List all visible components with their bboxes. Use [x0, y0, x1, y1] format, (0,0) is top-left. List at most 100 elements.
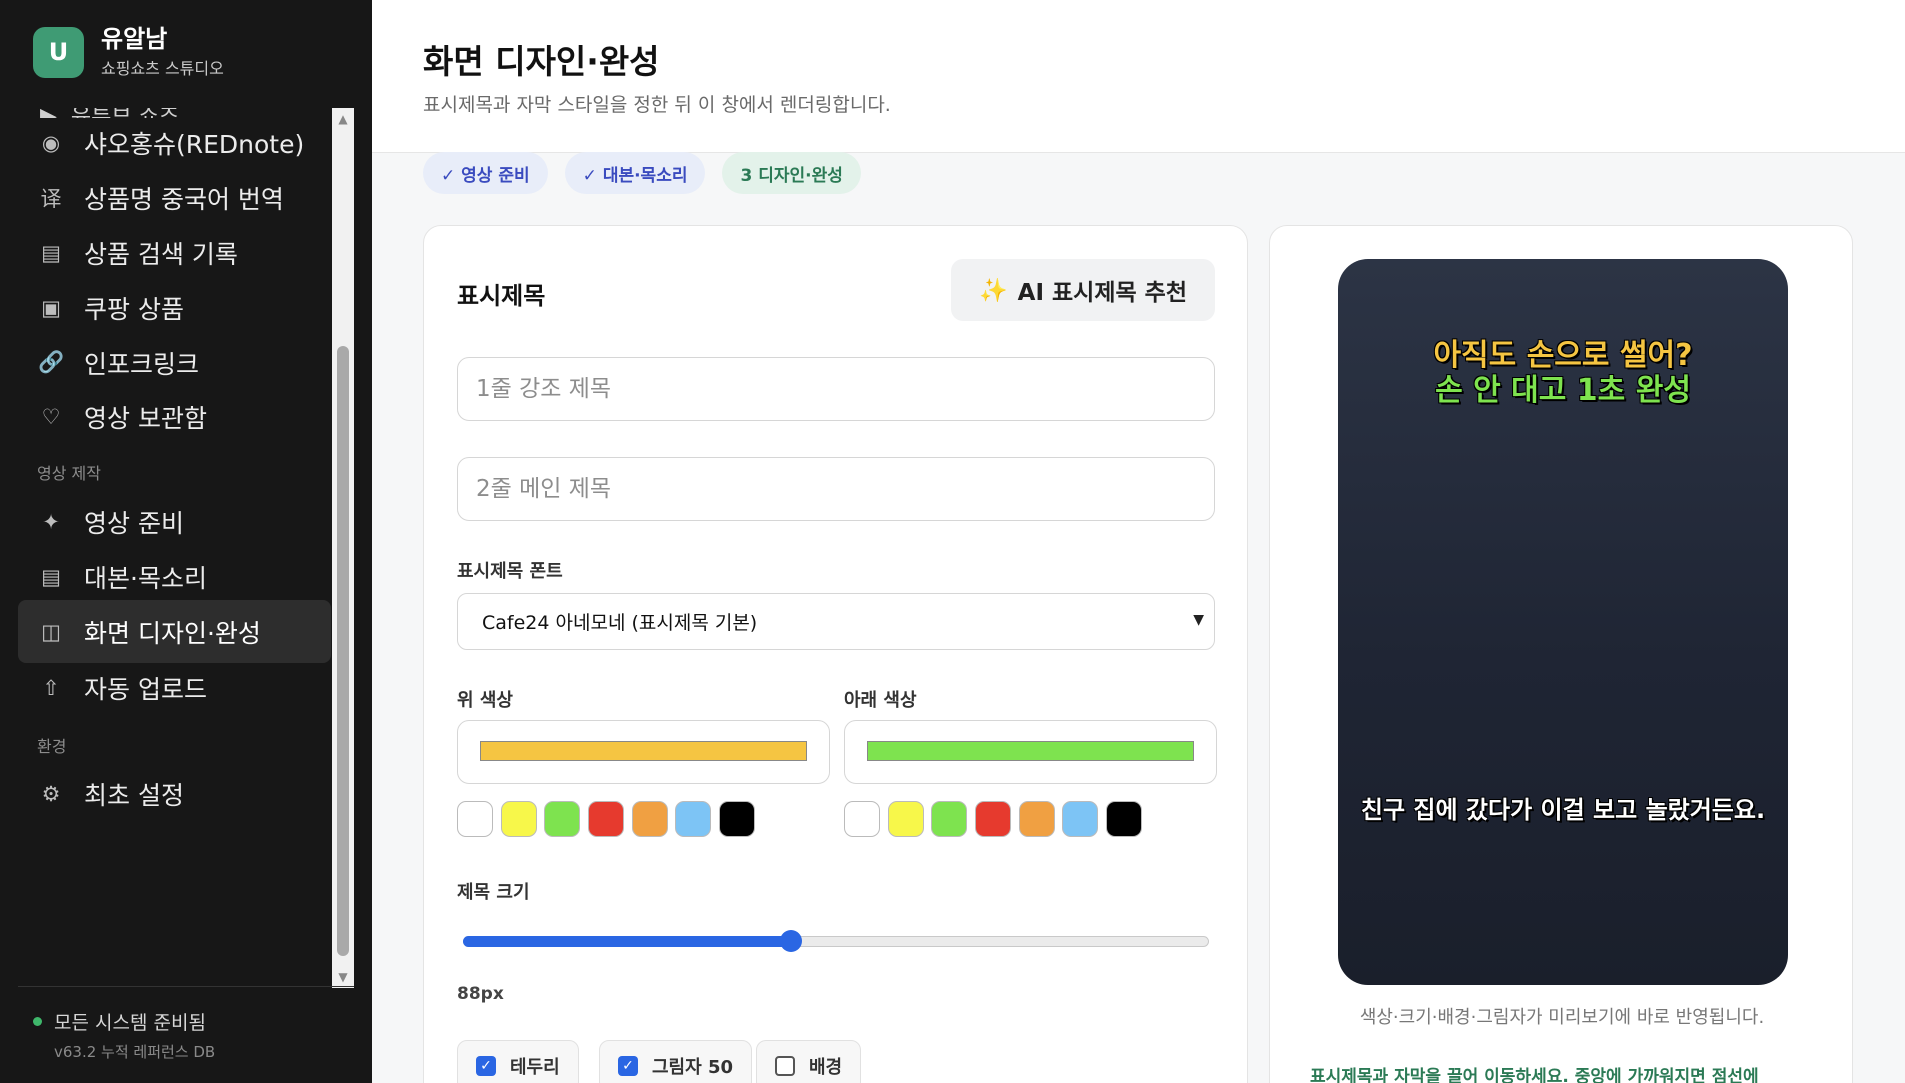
link-icon: 🔗: [38, 350, 65, 374]
ai-title-recommend-button[interactable]: ✨ AI 표시제목 추천: [951, 259, 1215, 321]
sidebar-item-label: 상품명 중국어 번역: [84, 184, 284, 214]
sidebar-item-initial-settings[interactable]: ⚙ 최초 설정: [18, 762, 331, 825]
sidebar-item-label: 최초 설정: [84, 780, 184, 810]
sparkle-icon: ✨: [979, 277, 1008, 304]
script-icon: ▤: [41, 564, 61, 589]
record-icon: ◉: [41, 130, 61, 155]
sidebar-item-search-history[interactable]: ▤ 상품 검색 기록: [18, 221, 331, 284]
top-color-swatches: [457, 801, 763, 837]
toggle-border[interactable]: ✓ 테두리: [457, 1040, 579, 1083]
step-video-prep[interactable]: ✓ 영상 준비: [423, 152, 548, 194]
version-text: v63.2 누적 레퍼런스 DB: [54, 1043, 216, 1061]
step-indicator: ✓ 영상 준비 ✓ 대본·목소리 3 디자인·완성: [423, 152, 878, 194]
brand-logo: U: [33, 26, 84, 78]
sidebar-item-label: 영상 보관함: [84, 403, 207, 433]
size-value: 88px: [457, 984, 504, 1004]
box-icon: ▣: [41, 295, 61, 320]
sidebar-item-video-prep[interactable]: ✦ 영상 준비: [18, 490, 331, 553]
size-label: 제목 크기: [457, 882, 530, 903]
sidebar-item-video-archive[interactable]: ♡ 영상 보관함: [18, 385, 331, 448]
checkbox-checked-icon[interactable]: ✓: [618, 1056, 638, 1076]
card-title: 표시제목: [457, 282, 546, 310]
system-status: 모든 시스템 준비됨: [33, 1008, 206, 1035]
color-swatch[interactable]: [675, 801, 712, 837]
bottom-color-preview: [867, 741, 1194, 761]
sidebar-item-label: 인포크링크: [84, 349, 200, 379]
preview-note: 색상·크기·배경·그림자가 미리보기에 바로 반영됩니다.: [1359, 1007, 1765, 1028]
heart-icon: ♡: [41, 404, 61, 429]
color-swatch[interactable]: [457, 801, 493, 837]
checkbox-checked-icon[interactable]: ✓: [476, 1056, 496, 1076]
preview-card: 아직도 손으로 썰어? 손 안 대고 1초 완성 친구 집에 갔다가 이걸 보고…: [1269, 225, 1853, 1083]
slider-thumb[interactable]: [780, 930, 803, 952]
color-swatch[interactable]: [975, 801, 1012, 837]
page-header: 화면 디자인·완성 표시제목과 자막 스타일을 정한 뒤 이 창에서 렌더링합니…: [372, 0, 1905, 153]
bottom-color-label: 아래 색상: [844, 690, 917, 711]
color-swatch[interactable]: [887, 801, 924, 837]
shorts-preview: 아직도 손으로 썰어? 손 안 대고 1초 완성 친구 집에 갔다가 이걸 보고…: [1338, 259, 1788, 985]
sidebar-item-screen-design[interactable]: ◫ 화면 디자인·완성: [18, 600, 331, 663]
preview-caption[interactable]: 친구 집에 갔다가 이걸 보고 놀랐거든요.: [1358, 794, 1768, 826]
color-swatch[interactable]: [1062, 801, 1099, 837]
title-line1-input[interactable]: [457, 357, 1215, 421]
sidebar-item-rednote[interactable]: ◉ 샤오홍슈(REDnote): [18, 111, 331, 174]
sidebar-nav: ▶ 유튜브 쇼츠 ◉ 샤오홍슈(REDnote) 译 상품명 중국어 번역 ▤ …: [0, 108, 332, 988]
color-swatch[interactable]: [1106, 801, 1143, 837]
title-editor-card: 표시제목 ✨ AI 표시제목 추천 표시제목 폰트 Cafe24 아네모네 (표…: [423, 225, 1248, 1083]
drag-hint: 표시제목과 자막을 끌어 이동하세요. 중앙에 가까워지면 점선에: [1310, 1067, 1759, 1083]
scroll-thumb[interactable]: [337, 346, 349, 956]
gear-icon: ⚙: [41, 781, 61, 806]
sidebar-item-label: 상품 검색 기록: [84, 239, 238, 269]
color-swatch[interactable]: [719, 801, 756, 837]
sidebar-scrollbar[interactable]: ▲ ▼: [332, 108, 354, 988]
checkbox-unchecked-icon[interactable]: [775, 1056, 795, 1076]
sidebar-item-coupang[interactable]: ▣ 쿠팡 상품: [18, 276, 331, 339]
sidebar-item-translate[interactable]: 译 상품명 중국어 번역: [18, 166, 331, 229]
step-design-finish[interactable]: 3 디자인·완성: [722, 152, 861, 194]
title-size-slider[interactable]: [463, 930, 1209, 952]
brand-name: 유알남: [101, 25, 168, 53]
sidebar-item-auto-upload[interactable]: ⇧ 자동 업로드: [18, 656, 331, 719]
toggle-shadow[interactable]: ✓ 그림자 50: [599, 1040, 752, 1083]
toggle-background[interactable]: 배경: [756, 1040, 862, 1083]
brand: U 유알남 쇼핑쇼츠 스튜디오: [33, 25, 224, 78]
brand-subtitle: 쇼핑쇼츠 스튜디오: [101, 59, 224, 78]
page-subtitle: 표시제목과 자막 스타일을 정한 뒤 이 창에서 렌더링합니다.: [423, 94, 891, 116]
font-select[interactable]: Cafe24 아네모네 (표시제목 기본) ▼: [457, 593, 1215, 650]
color-swatch[interactable]: [931, 801, 968, 837]
list-icon: ▤: [41, 240, 61, 265]
scroll-up-arrow-icon[interactable]: ▲: [332, 108, 354, 130]
sidebar-item-script-voice[interactable]: ▤ 대본·목소리: [18, 545, 331, 608]
color-swatch[interactable]: [631, 801, 668, 837]
bottom-color-swatches: [844, 801, 1150, 837]
color-swatch[interactable]: [588, 801, 625, 837]
sidebar-item-label: 화면 디자인·완성: [84, 618, 261, 648]
status-dot-icon: [33, 1017, 42, 1026]
section-label-production: 영상 제작: [37, 464, 101, 483]
layout-icon: ◫: [41, 619, 61, 644]
bottom-color-picker[interactable]: [844, 720, 1217, 784]
upload-icon: ⇧: [42, 675, 60, 700]
sidebar-item-label: 쿠팡 상품: [84, 294, 184, 324]
title-line2-input[interactable]: [457, 457, 1215, 521]
top-color-label: 위 색상: [457, 690, 513, 711]
color-swatch[interactable]: [1018, 801, 1055, 837]
color-swatch[interactable]: [844, 801, 880, 837]
top-color-picker[interactable]: [457, 720, 830, 784]
color-swatch[interactable]: [544, 801, 581, 837]
slider-fill: [463, 936, 792, 947]
sidebar: U 유알남 쇼핑쇼츠 스튜디오 ▶ 유튜브 쇼츠 ◉ 샤오홍슈(REDnote)…: [0, 0, 372, 1083]
chevron-down-icon: ▼: [1193, 612, 1204, 628]
sidebar-item-label: 자동 업로드: [84, 674, 207, 704]
top-color-preview: [480, 741, 807, 761]
sidebar-item-label: 샤오홍슈(REDnote): [84, 129, 305, 159]
divider: [18, 986, 354, 987]
scroll-down-arrow-icon[interactable]: ▼: [332, 966, 354, 988]
font-label: 표시제목 폰트: [457, 561, 563, 582]
page-title: 화면 디자인·완성: [423, 42, 660, 81]
step-script-voice[interactable]: ✓ 대본·목소리: [564, 152, 706, 194]
preview-headline-2[interactable]: 손 안 대고 1초 완성: [1338, 365, 1788, 409]
color-swatch[interactable]: [500, 801, 537, 837]
translate-icon: 译: [40, 186, 62, 211]
section-label-env: 환경: [37, 737, 67, 756]
